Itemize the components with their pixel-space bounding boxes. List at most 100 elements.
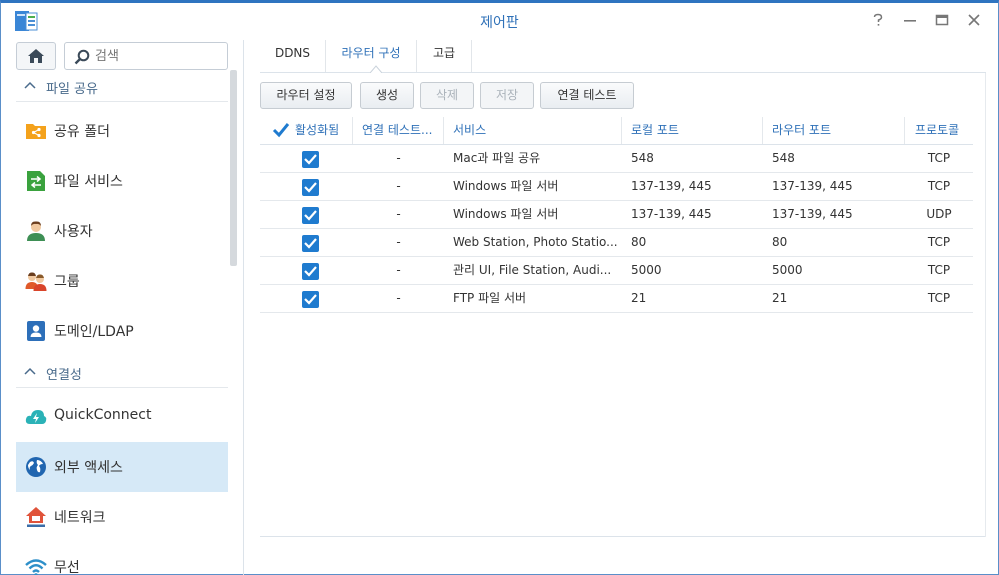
cell-local-port: 5000 — [631, 263, 662, 277]
table-row[interactable]: - Windows 파일 서버 137-139, 445 137-139, 44… — [260, 173, 973, 201]
delete-button[interactable]: 삭제 — [420, 82, 474, 109]
cell-service: Mac과 파일 공유 — [453, 151, 541, 165]
create-button[interactable]: 생성 — [360, 82, 414, 109]
cell-router-port: 80 — [772, 235, 788, 249]
table-row[interactable]: - Web Station, Photo Statio... 80 80 TCP — [260, 229, 973, 257]
column-header-enabled[interactable]: 활성화됨 — [260, 117, 353, 144]
sidebar-item-network[interactable]: 네트워크 — [16, 492, 228, 542]
sidebar-item-external-access[interactable]: 외부 액세스 — [16, 442, 228, 492]
column-header-protocol[interactable]: 프로토콜 — [905, 117, 973, 144]
sidebar-item-user[interactable]: 사용자 — [16, 206, 228, 256]
cell-protocol: TCP — [927, 263, 951, 277]
cell-local-port: 548 — [631, 151, 654, 165]
section-header-connectivity[interactable]: 연결성 — [16, 360, 228, 388]
sidebar-item-file-services[interactable]: 파일 서비스 — [16, 156, 228, 206]
column-header-local-port[interactable]: 로컬 포트 — [622, 117, 763, 144]
active-tab-pointer — [370, 65, 382, 73]
cell-service: 관리 UI, File Station, Audi... — [453, 263, 612, 277]
cell-router-port: 548 — [772, 151, 795, 165]
network-icon — [26, 507, 46, 527]
column-header-label: 라우터 포트 — [772, 123, 832, 137]
cell-service: Web Station, Photo Statio... — [453, 235, 618, 249]
table-row[interactable]: - Mac과 파일 공유 548 548 TCP — [260, 145, 973, 173]
shared-folder-icon — [26, 124, 46, 139]
column-header-label: 활성화됨 — [295, 123, 340, 137]
sidebar-item-quickconnect[interactable]: QuickConnect — [16, 392, 228, 442]
help-icon[interactable] — [866, 11, 890, 33]
sidebar-item-label: QuickConnect — [54, 407, 152, 423]
cell-protocol: TCP — [927, 151, 951, 165]
wireless-icon — [25, 559, 47, 575]
cell-service: Windows 파일 서버 — [453, 179, 559, 193]
sidebar-item-label: 네트워크 — [54, 510, 106, 526]
main-content: DDNS 라우터 구성 고급 라우터 설정 생성 삭제 저장 연결 테스트 활성… — [244, 40, 998, 575]
user-icon — [27, 221, 45, 241]
external-access-icon — [26, 457, 46, 477]
sidebar: 파일 공유 공유 폴더 파일 서비스 사용자 — [1, 40, 244, 575]
column-header-router-port[interactable]: 라우터 포트 — [763, 117, 905, 144]
control-panel-window: 제어판 파일 공유 — [0, 0, 999, 575]
cell-router-port: 21 — [772, 291, 788, 305]
row-enabled-checkbox[interactable] — [302, 263, 319, 280]
cell-local-port: 137-139, 445 — [631, 179, 712, 193]
cell-local-port: 21 — [631, 291, 647, 305]
sidebar-item-group[interactable]: 그룹 — [16, 256, 228, 306]
table-row[interactable]: - Windows 파일 서버 137-139, 445 137-139, 44… — [260, 201, 973, 229]
search-field[interactable] — [64, 42, 228, 70]
row-enabled-checkbox[interactable] — [302, 291, 319, 308]
sidebar-item-label: 공유 폴더 — [54, 124, 110, 140]
cell-protocol: UDP — [926, 207, 952, 221]
sidebar-item-shared-folder[interactable]: 공유 폴더 — [16, 106, 228, 156]
sidebar-item-domain-ldap[interactable]: 도메인/LDAP — [16, 306, 228, 356]
cell-test: - — [396, 151, 401, 165]
sidebar-scrollbar[interactable] — [230, 70, 237, 266]
cell-service: FTP 파일 서버 — [453, 291, 527, 305]
sidebar-item-wireless[interactable]: 무선 — [16, 542, 228, 575]
chevron-up-icon — [24, 367, 36, 375]
column-header-label: 서비스 — [453, 123, 487, 137]
cell-router-port: 137-139, 445 — [772, 179, 853, 193]
router-setup-button[interactable]: 라우터 설정 — [260, 82, 352, 109]
port-forwarding-table: 활성화됨 연결 테스트... 서비스 로컬 포트 라우터 포트 프로토콜 - M… — [260, 117, 973, 313]
save-button[interactable]: 저장 — [480, 82, 534, 109]
row-enabled-checkbox[interactable] — [302, 179, 319, 196]
cell-router-port: 5000 — [772, 263, 803, 277]
file-services-icon — [27, 171, 45, 191]
window-title: 제어판 — [480, 15, 519, 31]
tab-advanced[interactable]: 고급 — [417, 40, 472, 72]
minimize-icon[interactable] — [898, 11, 922, 33]
table-row[interactable]: - FTP 파일 서버 21 21 TCP — [260, 285, 973, 313]
content-scroll-track[interactable] — [985, 73, 986, 537]
title-bar: 제어판 — [1, 3, 998, 41]
column-header-test[interactable]: 연결 테스트... — [353, 117, 444, 144]
tab-bar: DDNS 라우터 구성 고급 — [260, 40, 986, 73]
sidebar-item-label: 외부 액세스 — [54, 460, 123, 476]
cell-service: Windows 파일 서버 — [453, 207, 559, 221]
cell-test: - — [396, 235, 401, 249]
checkmark-icon — [304, 154, 317, 165]
column-header-service[interactable]: 서비스 — [444, 117, 622, 144]
checkmark-icon — [304, 294, 317, 305]
sidebar-item-label: 파일 서비스 — [54, 174, 123, 190]
cell-protocol: TCP — [927, 291, 951, 305]
cell-router-port: 137-139, 445 — [772, 207, 853, 221]
row-enabled-checkbox[interactable] — [302, 235, 319, 252]
cell-test: - — [396, 263, 401, 277]
test-connection-button[interactable]: 연결 테스트 — [540, 82, 634, 109]
home-button[interactable] — [16, 42, 56, 70]
domain-ldap-icon — [27, 321, 45, 341]
checkmark-icon — [304, 182, 317, 193]
sidebar-item-label: 도메인/LDAP — [54, 324, 134, 340]
cell-protocol: TCP — [927, 179, 951, 193]
close-icon[interactable] — [962, 11, 986, 33]
cell-local-port: 80 — [631, 235, 647, 249]
table-row[interactable]: - 관리 UI, File Station, Audi... 5000 5000… — [260, 257, 973, 285]
section-header-file-sharing[interactable]: 파일 공유 — [16, 74, 228, 102]
sidebar-item-label: 그룹 — [54, 274, 80, 290]
search-input[interactable] — [95, 47, 223, 66]
checkbox-checked-icon[interactable] — [272, 122, 290, 138]
maximize-icon[interactable] — [930, 11, 954, 33]
row-enabled-checkbox[interactable] — [302, 151, 319, 168]
row-enabled-checkbox[interactable] — [302, 207, 319, 224]
tab-ddns[interactable]: DDNS — [260, 40, 326, 72]
